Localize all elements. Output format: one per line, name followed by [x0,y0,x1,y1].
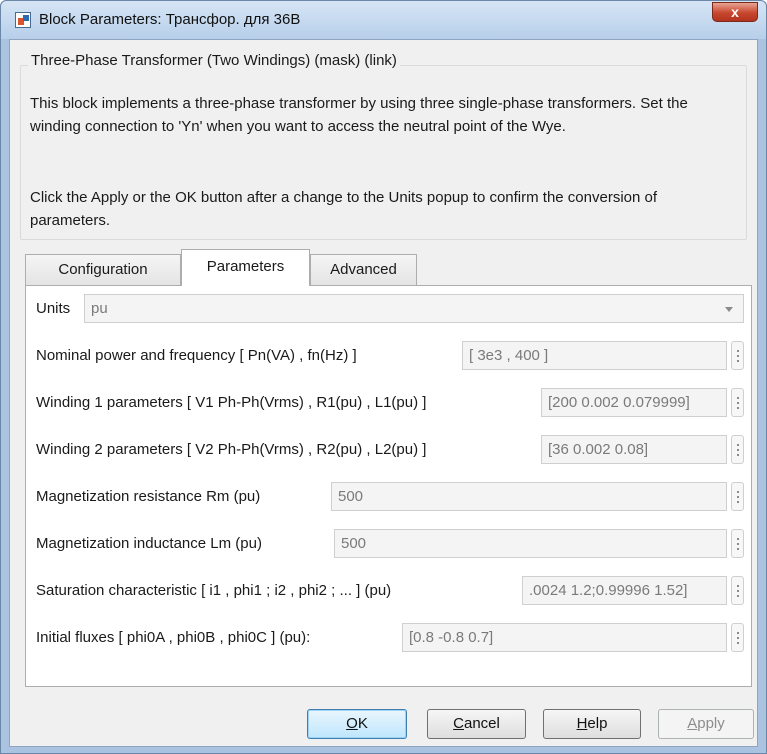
ok-button[interactable]: OK [307,709,407,739]
tab-parameters[interactable]: Parameters [181,249,310,286]
rm-field[interactable]: 500 [331,482,727,511]
help-mnemonic: H [576,715,588,732]
title-bar[interactable]: Block Parameters: Трансфор. для 36В x [1,1,766,39]
saturation-field[interactable]: .0024 1.2;0.99996 1.52] [522,576,727,605]
nominal-power-field[interactable]: [ 3e3 , 400 ] [462,341,727,370]
cancel-label: ancel [463,715,500,732]
chevron-down-icon [725,307,733,312]
lm-more-icon[interactable] [731,529,744,558]
cancel-mnemonic: C [453,715,464,732]
units-label: Units [36,300,71,317]
nominal-power-more-icon[interactable] [731,341,744,370]
initial-fluxes-field[interactable]: [0.8 -0.8 0.7] [402,623,727,652]
app-icon [15,12,31,28]
apply-mnemonic: A [687,715,698,732]
apply-label: pply [697,715,725,732]
winding2-field[interactable]: [36 0.002 0.08] [541,435,727,464]
apply-button[interactable]: Apply [658,709,754,739]
winding1-more-icon[interactable] [731,388,744,417]
initial-fluxes-label: Initial fluxes [ phi0A , phi0B , phi0C ]… [36,629,311,646]
help-button[interactable]: Help [543,709,641,739]
close-button[interactable]: x [712,2,758,22]
winding2-label: Winding 2 parameters [ V2 Ph-Ph(Vrms) , … [36,441,427,458]
winding1-field[interactable]: [200 0.002 0.079999] [541,388,727,417]
block-group-title: Three-Phase Transformer (Two Windings) (… [28,52,400,69]
nominal-power-label: Nominal power and frequency [ Pn(VA) , f… [36,347,357,364]
saturation-label: Saturation characteristic [ i1 , phi1 ; … [36,582,392,599]
rm-label: Magnetization resistance Rm (pu) [36,488,261,505]
apply-hint-text: Click the Apply or the OK button after a… [30,189,658,229]
tab-advanced[interactable]: Advanced [310,254,417,285]
lm-label: Magnetization inductance Lm (pu) [36,535,262,552]
ok-mnemonic: O [346,715,358,732]
window-title: Block Parameters: Трансфор. для 36В [39,11,301,28]
lm-field[interactable]: 500 [334,529,727,558]
block-description-text: This block implements a three-phase tran… [30,95,688,135]
dialog-client-area: Three-Phase Transformer (Two Windings) (… [9,39,758,747]
ok-label: K [357,715,368,732]
winding2-more-icon[interactable] [731,435,744,464]
rm-more-icon[interactable] [731,482,744,511]
winding1-label: Winding 1 parameters [ V1 Ph-Ph(Vrms) , … [36,394,427,411]
saturation-more-icon[interactable] [731,576,744,605]
initial-fluxes-more-icon[interactable] [731,623,744,652]
cancel-button[interactable]: Cancel [427,709,526,739]
units-select[interactable]: pu [84,294,744,323]
dialog-window: Block Parameters: Трансфор. для 36В x Th… [0,0,767,754]
tab-configuration[interactable]: Configuration [25,254,181,285]
units-value: pu [91,300,108,317]
help-label: elp [587,715,608,732]
parameters-panel: Units pu Nominal power and frequency [ P… [25,285,752,687]
